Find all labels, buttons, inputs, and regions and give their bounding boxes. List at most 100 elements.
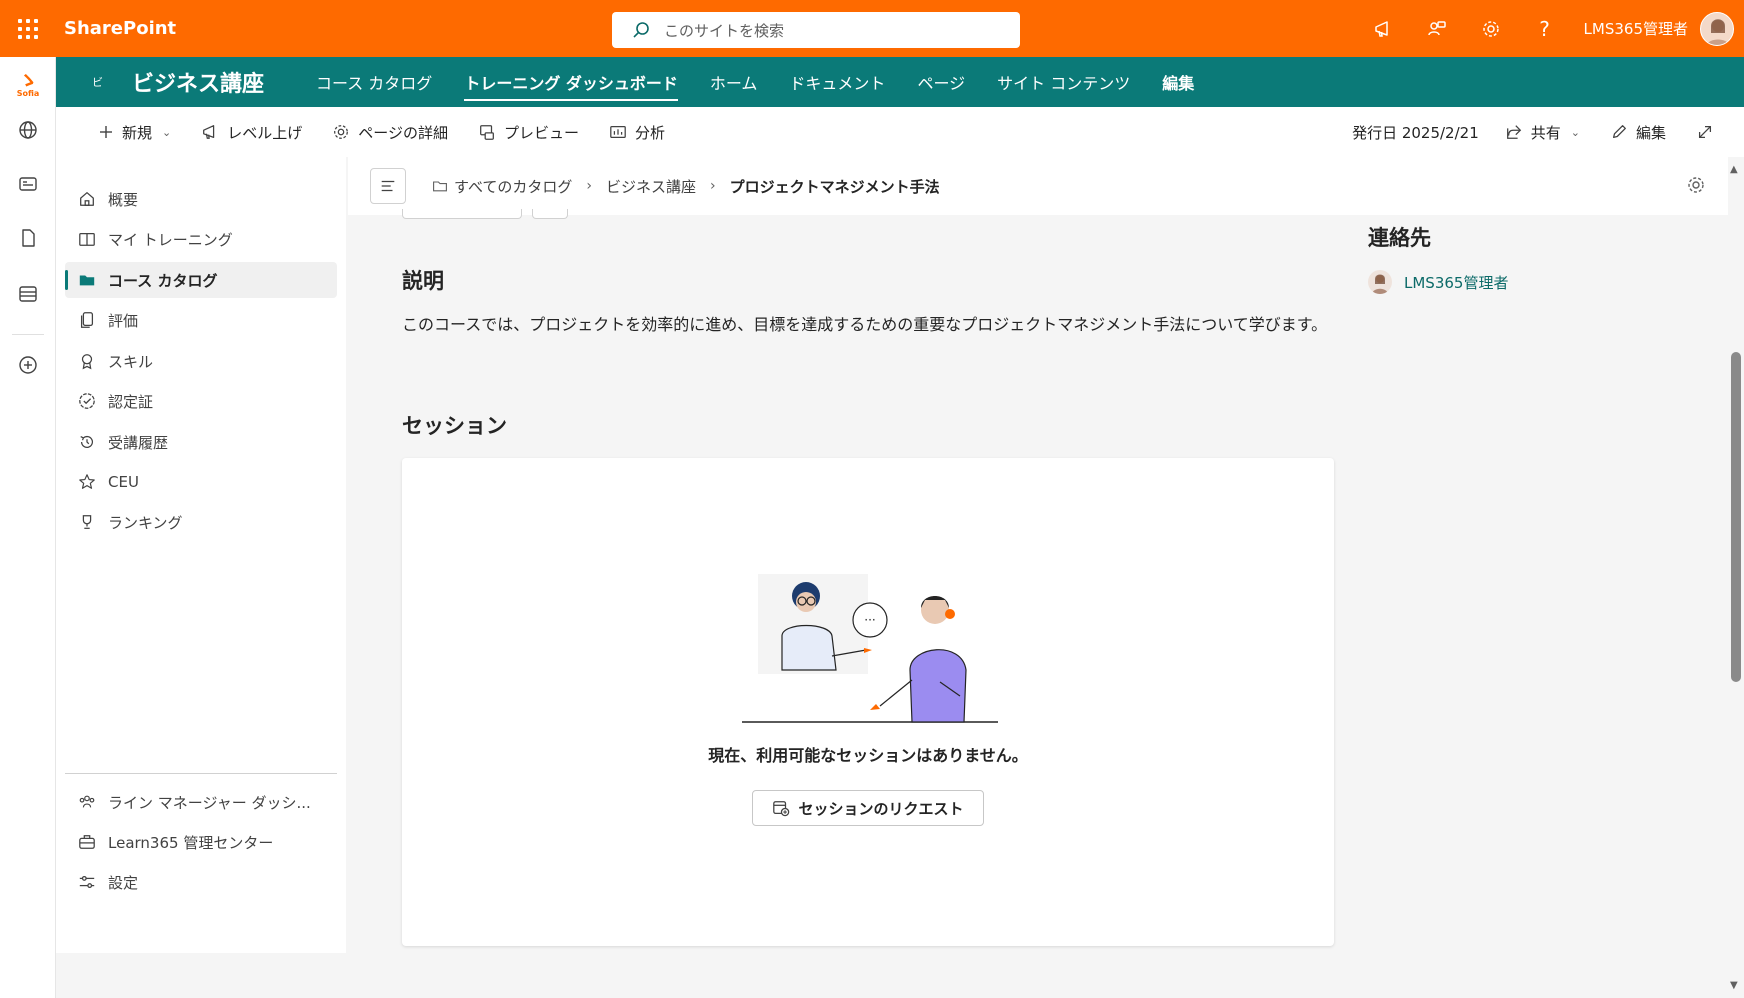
nav-pages[interactable]: ページ	[917, 57, 965, 107]
news-icon	[19, 177, 37, 191]
lists-button[interactable]	[16, 282, 40, 306]
nav-assessments[interactable]: 評価	[65, 302, 337, 338]
pencil-icon	[1612, 125, 1626, 139]
menu-icon	[381, 180, 395, 192]
svg-text:···: ···	[864, 613, 875, 627]
globe-button[interactable]	[16, 118, 40, 142]
user-name[interactable]: LMS365管理者	[1584, 18, 1688, 39]
nav-training-dashboard[interactable]: トレーニング ダッシュボード	[464, 57, 678, 107]
site-navigation: コース カタログ トレーニング ダッシュボード ホーム ドキュメント ページ サ…	[316, 57, 1226, 107]
nav-line-manager-dashboard[interactable]: ライン マネージャー ダッシ...	[65, 784, 337, 820]
list-icon	[19, 286, 37, 302]
preview-button[interactable]: プレビュー	[478, 122, 579, 143]
nav-ranking[interactable]: ランキング	[65, 504, 337, 540]
nav-home[interactable]: ホーム	[710, 57, 758, 107]
suite-bar: SharePoint このサイトを検索 ? LMS365管理者	[0, 0, 1744, 57]
document-icon	[22, 229, 35, 247]
chevron-right-icon: ›	[709, 178, 716, 194]
question-icon: ?	[1539, 16, 1550, 41]
people-share-icon	[1427, 20, 1446, 35]
certificate-icon	[79, 393, 95, 409]
chevron-right-icon: ›	[586, 178, 592, 194]
megaphone-button[interactable]	[1356, 0, 1410, 57]
nav-certificates[interactable]: 認定証	[65, 383, 337, 419]
share-button[interactable]: 共有 ⌄	[1505, 122, 1580, 143]
nav-divider	[65, 773, 337, 774]
nav-my-training[interactable]: マイ トレーニング	[65, 221, 337, 257]
contact-name-link[interactable]: LMS365管理者	[1404, 272, 1508, 293]
new-button[interactable]: 新規 ⌄	[98, 122, 171, 143]
site-title[interactable]: ビジネス講座	[132, 66, 264, 98]
contact-person[interactable]: LMS365管理者	[1368, 270, 1508, 294]
nav-ceu[interactable]: CEU	[65, 464, 337, 500]
create-button[interactable]	[16, 353, 40, 377]
gear-icon	[334, 125, 349, 139]
nav-skills[interactable]: スキル	[65, 343, 337, 379]
preview-label: プレビュー	[503, 123, 579, 142]
user-avatar[interactable]	[1700, 11, 1734, 46]
app-bar-divider	[12, 334, 44, 335]
description-heading: 説明	[402, 269, 444, 293]
search-input[interactable]: このサイトを検索	[664, 20, 784, 41]
scroll-up-arrow[interactable]: ▲	[1730, 164, 1738, 175]
nav-learn365-admin[interactable]: Learn365 管理センター	[65, 824, 337, 860]
expand-button[interactable]	[1696, 123, 1722, 141]
people-icon	[79, 795, 95, 808]
sofia-logo[interactable]: ゝ Sofia	[14, 70, 42, 101]
nav-course-catalog[interactable]: コース カタログ	[316, 57, 432, 107]
settings-button[interactable]	[1464, 0, 1518, 57]
course-navigation: 概要 マイ トレーニング コース カタログ 評価 スキル 認定証 受講履歴 CE…	[56, 157, 346, 953]
copy-icon	[80, 312, 94, 328]
app-bar: ゝ Sofia	[0, 57, 56, 998]
nav-edit[interactable]: 編集	[1162, 57, 1194, 107]
analytics-label: 分析	[634, 123, 665, 142]
globe-icon	[19, 121, 37, 139]
trophy-icon	[82, 515, 92, 529]
request-session-button[interactable]: セッションのリクエスト	[752, 790, 984, 826]
news-button[interactable]	[16, 172, 40, 196]
search-box[interactable]: このサイトを検索	[612, 12, 1020, 48]
breadcrumb-current: プロジェクトマネジメント手法	[729, 177, 940, 196]
waffle-icon	[18, 18, 38, 39]
nav-history[interactable]: 受講履歴	[65, 424, 337, 460]
edit-button[interactable]: 編集	[1610, 122, 1666, 143]
scrollbar-thumb[interactable]	[1731, 352, 1741, 682]
empty-sessions-illustration: ···	[742, 574, 998, 723]
sessions-card: ··· 現在、利用可能なセッションはありません。 セッションのリクエスト	[402, 458, 1334, 946]
history-icon	[80, 435, 94, 448]
breadcrumb-business-course[interactable]: ビジネス講座	[606, 176, 696, 197]
ribbon-icon	[81, 354, 93, 370]
toggle-nav-button[interactable]	[370, 168, 406, 204]
page-details-button[interactable]: ページの詳細	[332, 122, 448, 143]
nav-settings[interactable]: 設定	[65, 864, 337, 900]
nav-overview[interactable]: 概要	[65, 181, 337, 217]
breadcrumb-all-catalogs[interactable]: すべてのカタログ	[432, 176, 572, 197]
sliders-icon	[79, 875, 95, 889]
app-name[interactable]: SharePoint	[64, 18, 176, 39]
plus-icon	[100, 126, 112, 138]
app-launcher-button[interactable]	[0, 0, 56, 57]
search-icon	[633, 22, 649, 38]
files-button[interactable]	[16, 226, 40, 250]
nav-course-catalog[interactable]: コース カタログ	[65, 262, 337, 298]
scroll-down-arrow[interactable]: ▼	[1730, 980, 1738, 991]
promote-button[interactable]: レベル上げ	[201, 122, 302, 143]
nav-documents[interactable]: ドキュメント	[789, 57, 885, 107]
help-button[interactable]: ?	[1518, 0, 1572, 57]
command-bar: 新規 ⌄ レベル上げ ページの詳細 プレビュー 分析 発行日 2025/2/21…	[56, 107, 1744, 157]
gear-icon	[1688, 177, 1704, 193]
nav-site-contents[interactable]: サイト コンテンツ	[997, 57, 1130, 107]
course-settings-button[interactable]	[1686, 175, 1706, 199]
description-text: このコースでは、プロジェクトを効率的に進め、目標を達成するための重要なプロジェク…	[402, 315, 1328, 334]
share-label: 共有	[1530, 123, 1561, 142]
page-details-label: ページの詳細	[358, 123, 448, 142]
share-people-button[interactable]	[1410, 0, 1464, 57]
folder-icon	[79, 275, 95, 286]
site-logo[interactable]: ビ	[92, 74, 120, 90]
scrolled-button-stub	[532, 209, 568, 219]
new-label: 新規	[122, 123, 153, 142]
breadcrumb-bar: すべてのカタログ › ビジネス講座 › プロジェクトマネジメント手法	[348, 157, 1728, 215]
edit-label: 編集	[1635, 123, 1666, 142]
analytics-button[interactable]: 分析	[609, 122, 665, 143]
chart-icon	[610, 125, 626, 139]
